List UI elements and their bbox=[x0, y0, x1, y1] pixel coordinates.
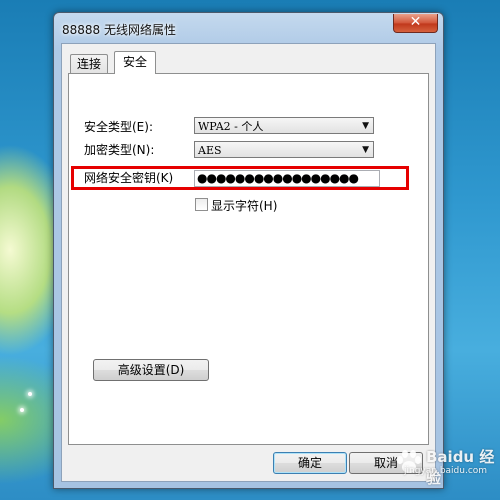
dialog-client-area: 连接 安全 安全类型(E): WPA2 - 个人 ▼ 加密类型(N): AES … bbox=[61, 43, 436, 482]
security-type-select[interactable]: WPA2 - 个人 ▼ bbox=[194, 117, 374, 134]
encryption-type-label: 加密类型(N): bbox=[84, 143, 155, 157]
encryption-type-value: AES bbox=[198, 144, 222, 157]
close-icon: ✕ bbox=[409, 14, 422, 30]
security-type-label: 安全类型(E): bbox=[84, 120, 153, 134]
sparkle bbox=[28, 392, 32, 396]
show-characters-checkbox[interactable] bbox=[195, 198, 208, 211]
security-tab-panel: 安全类型(E): WPA2 - 个人 ▼ 加密类型(N): AES ▼ 网络安全… bbox=[68, 73, 429, 445]
watermark-url: jingyan.baidu.com bbox=[404, 466, 488, 476]
network-key-label: 网络安全密钥(K) bbox=[84, 171, 174, 185]
show-characters-label: 显示字符(H) bbox=[211, 199, 278, 213]
tab-connection[interactable]: 连接 bbox=[70, 54, 109, 73]
chevron-down-icon: ▼ bbox=[362, 121, 369, 131]
security-type-value: WPA2 - 个人 bbox=[198, 120, 264, 133]
advanced-settings-button[interactable]: 高级设置(D) bbox=[93, 359, 209, 381]
sparkle bbox=[20, 408, 24, 412]
ok-button[interactable]: 确定 bbox=[273, 452, 347, 474]
properties-window: 88888 无线网络属性 ✕ 连接 安全 安全类型(E): WPA2 - 个人 … bbox=[53, 12, 444, 489]
encryption-type-select[interactable]: AES ▼ bbox=[194, 141, 374, 158]
chevron-down-icon: ▼ bbox=[362, 145, 369, 155]
tab-security[interactable]: 安全 bbox=[114, 51, 157, 74]
baidu-watermark: Baidu 经验 jingyan.baidu.com bbox=[394, 444, 496, 487]
close-button[interactable]: ✕ bbox=[393, 14, 438, 33]
network-key-input[interactable]: ●●●●●●●●●●●●●●●●● bbox=[194, 170, 380, 187]
window-title: 88888 无线网络属性 bbox=[62, 23, 176, 37]
